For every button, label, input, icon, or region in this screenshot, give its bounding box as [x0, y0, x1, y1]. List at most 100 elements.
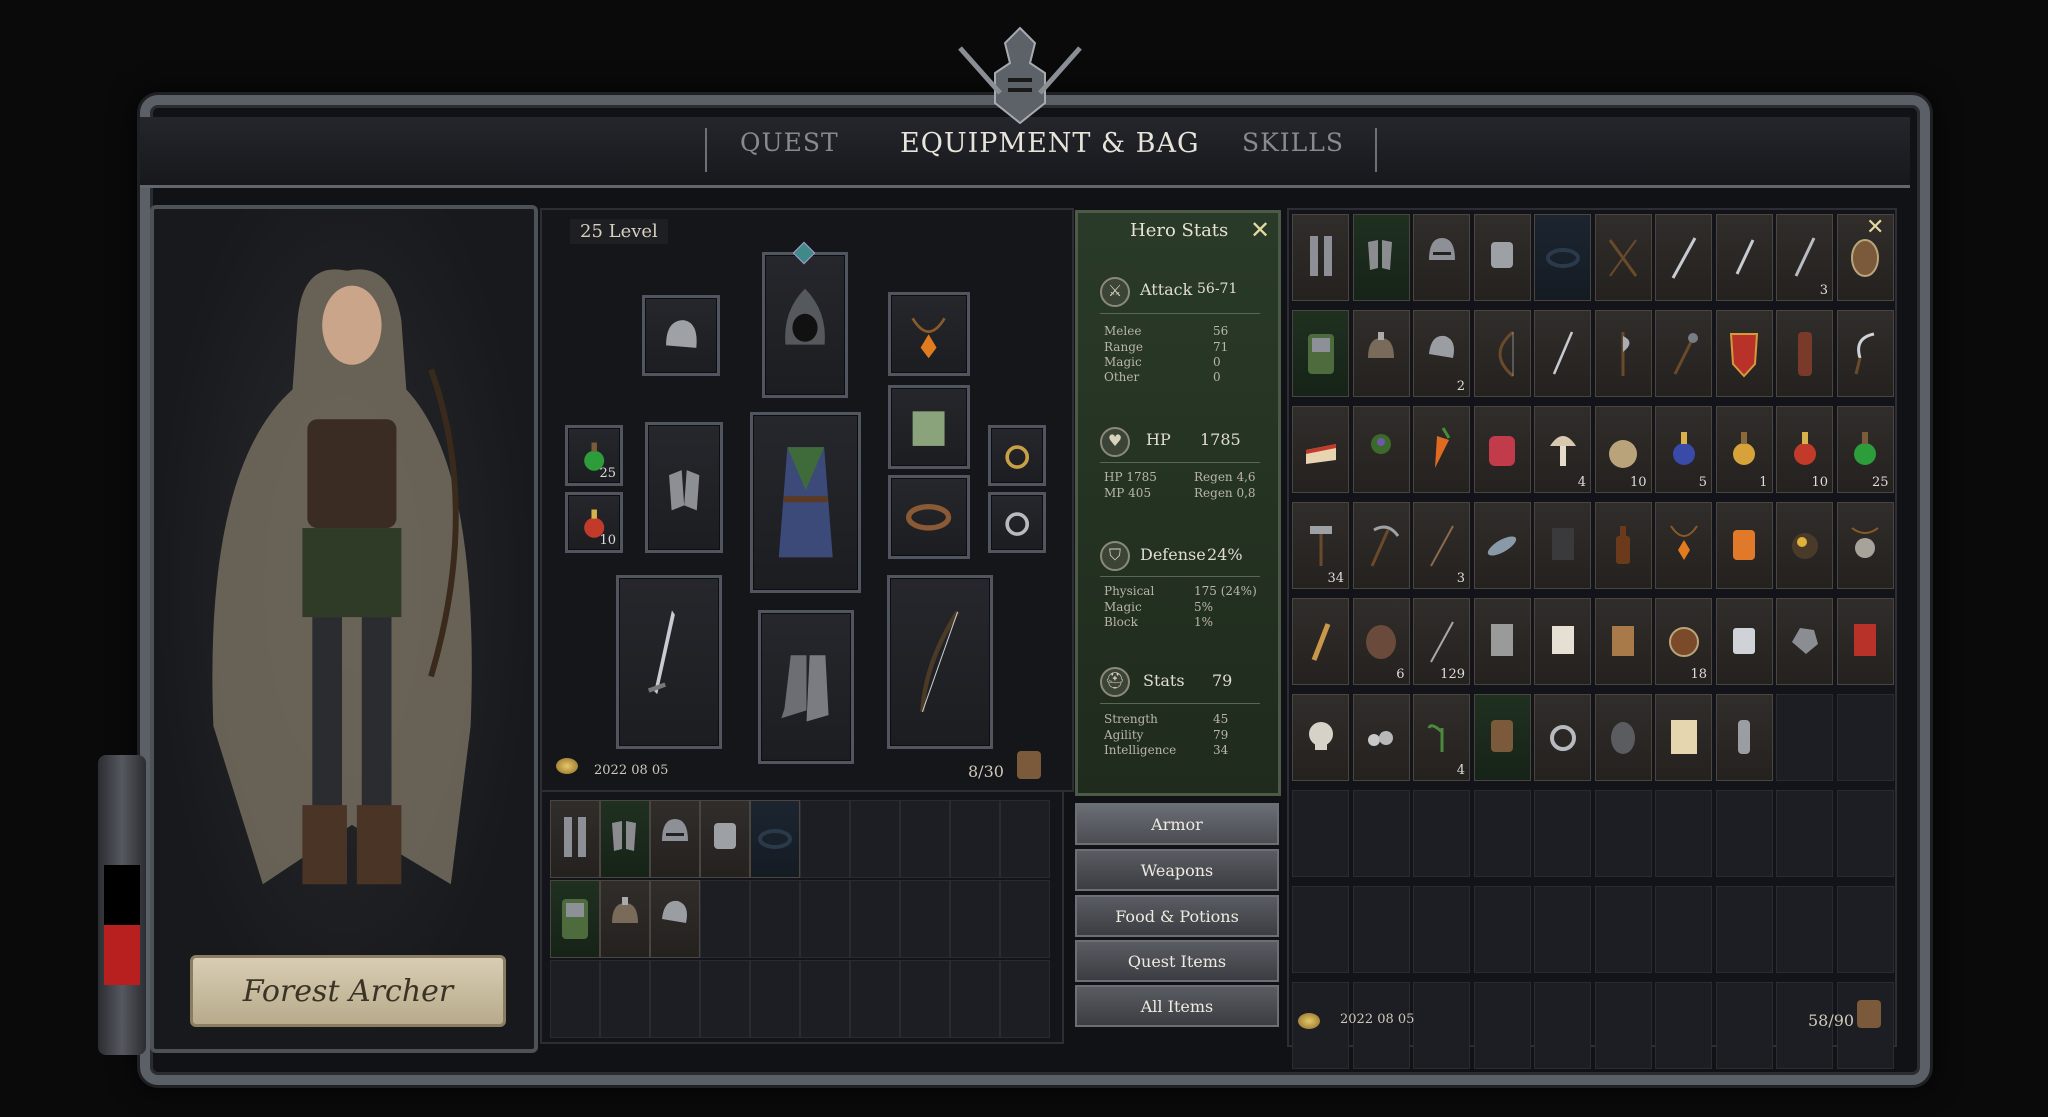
inventory-item-chest-armor[interactable]	[1292, 310, 1349, 397]
inventory-item-greaves[interactable]	[1292, 214, 1349, 301]
filtered-item-greaves[interactable]	[550, 800, 600, 878]
inventory-item-sword2[interactable]: 3	[1776, 214, 1833, 301]
inventory-item-round-shield[interactable]: 18	[1655, 598, 1712, 685]
inventory-item-rocks[interactable]	[1352, 694, 1410, 781]
inventory-item-bracer[interactable]	[1473, 214, 1531, 301]
inventory-item-fish[interactable]	[1473, 502, 1531, 589]
inventory-item-spiked-helmet[interactable]	[1352, 310, 1410, 397]
empty-slot[interactable]	[750, 880, 800, 958]
empty-slot[interactable]	[800, 880, 850, 958]
inventory-item-tablet[interactable]	[1473, 598, 1531, 685]
empty-slot[interactable]	[950, 960, 1000, 1038]
empty-slot[interactable]	[950, 880, 1000, 958]
empty-slot[interactable]	[1292, 886, 1349, 973]
inventory-item-gold-ore[interactable]	[1776, 502, 1833, 589]
inventory-item-red-book[interactable]	[1836, 598, 1894, 685]
empty-slot[interactable]	[1836, 790, 1894, 877]
empty-slot[interactable]	[1776, 790, 1833, 877]
tab-equipment-bag[interactable]: EQUIPMENT & BAG	[900, 128, 1200, 159]
inventory-item-potion-red[interactable]: 10	[1776, 406, 1833, 493]
empty-slot[interactable]	[1413, 790, 1470, 877]
inventory-item-arrow[interactable]: 3	[1413, 502, 1470, 589]
inventory-item-sword[interactable]	[1655, 214, 1712, 301]
ring-slot-1[interactable]	[988, 425, 1046, 486]
empty-slot[interactable]	[1594, 982, 1652, 1069]
empty-slot[interactable]	[900, 800, 950, 878]
boots-slot[interactable]	[758, 610, 854, 764]
empty-slot[interactable]	[1715, 886, 1773, 973]
empty-slot[interactable]	[1594, 790, 1652, 877]
main-hand-slot[interactable]	[616, 575, 722, 749]
empty-slot[interactable]	[1594, 886, 1652, 973]
inventory-item-gauntlets[interactable]	[1352, 214, 1410, 301]
inventory-item-gem-orange[interactable]	[1715, 502, 1773, 589]
inventory-item-axe[interactable]	[1594, 310, 1652, 397]
inventory-item-pickaxe[interactable]	[1352, 502, 1410, 589]
empty-slot[interactable]	[1776, 886, 1833, 973]
empty-slot[interactable]	[1534, 790, 1591, 877]
empty-slot[interactable]	[750, 960, 800, 1038]
empty-slot[interactable]	[700, 880, 750, 958]
inventory-item-helmet[interactable]	[1413, 214, 1470, 301]
inventory-item-amulet[interactable]	[1655, 502, 1712, 589]
filtered-item-belt[interactable]	[750, 800, 800, 878]
empty-slot[interactable]	[900, 880, 950, 958]
inventory-item-vial[interactable]	[1715, 694, 1773, 781]
empty-slot[interactable]	[1655, 982, 1712, 1069]
empty-slot[interactable]	[800, 800, 850, 878]
empty-slot[interactable]	[1473, 790, 1531, 877]
empty-slot[interactable]	[1836, 886, 1894, 973]
inventory-item-stick[interactable]	[1292, 598, 1349, 685]
inventory-item-sword3[interactable]	[1534, 310, 1591, 397]
inventory-item-talisman[interactable]	[1836, 502, 1894, 589]
close-icon[interactable]: ✕	[1866, 215, 1884, 240]
belt-slot[interactable]	[888, 475, 970, 559]
inventory-item-sallet[interactable]: 2	[1413, 310, 1470, 397]
empty-slot[interactable]	[1776, 694, 1833, 781]
empty-slot[interactable]	[1000, 800, 1050, 878]
cloak-slot[interactable]	[888, 385, 970, 469]
empty-slot[interactable]	[1715, 982, 1773, 1069]
ring-slot-2[interactable]	[988, 492, 1046, 553]
inventory-item-cake[interactable]	[1292, 406, 1349, 493]
head-slot[interactable]	[762, 252, 848, 398]
inventory-item-dagger[interactable]	[1715, 214, 1773, 301]
inventory-item-ghoul[interactable]	[1594, 694, 1652, 781]
inventory-item-skull[interactable]	[1292, 694, 1349, 781]
empty-slot[interactable]	[800, 960, 850, 1038]
inventory-item-map[interactable]	[1655, 694, 1712, 781]
empty-slot[interactable]	[700, 960, 750, 1038]
empty-slot[interactable]	[650, 960, 700, 1038]
filter-quest-items-button[interactable]: Quest Items	[1075, 940, 1279, 982]
inventory-item-mushroom[interactable]: 4	[1534, 406, 1591, 493]
empty-slot[interactable]	[1655, 886, 1712, 973]
inventory-item-arrow2[interactable]: 129	[1413, 598, 1470, 685]
inventory-item-bottle[interactable]	[1594, 502, 1652, 589]
inventory-item-carrot[interactable]	[1413, 406, 1470, 493]
empty-slot[interactable]	[1352, 886, 1410, 973]
filter-all-items-button[interactable]: All Items	[1075, 985, 1279, 1027]
inventory-item-scroll[interactable]	[1534, 598, 1591, 685]
close-icon[interactable]: ✕	[1250, 216, 1270, 244]
empty-slot[interactable]	[550, 960, 600, 1038]
inventory-item-sack[interactable]: 10	[1594, 406, 1652, 493]
inventory-item-potion-green[interactable]: 25	[1836, 406, 1894, 493]
inventory-item-hammer[interactable]: 34	[1292, 502, 1349, 589]
inventory-item-red-shield[interactable]	[1715, 310, 1773, 397]
inventory-item-herb[interactable]	[1352, 406, 1410, 493]
filtered-item-bracer[interactable]	[700, 800, 750, 878]
empty-slot[interactable]	[1352, 790, 1410, 877]
filter-weapons-button[interactable]: Weapons	[1075, 849, 1279, 891]
filtered-item-spiked-helmet[interactable]	[600, 880, 650, 958]
empty-slot[interactable]	[600, 960, 650, 1038]
tab-quest[interactable]: QUEST	[740, 128, 839, 157]
amulet-slot[interactable]	[888, 292, 970, 376]
filtered-item-sallet[interactable]	[650, 880, 700, 958]
inventory-item-bow[interactable]	[1473, 310, 1531, 397]
armor-slot[interactable]	[750, 412, 861, 593]
inventory-item-crossbow[interactable]	[1594, 214, 1652, 301]
inventory-item-ingot[interactable]	[1715, 598, 1773, 685]
shoulder-slot[interactable]	[642, 295, 720, 376]
potion-slot-2[interactable]: 10	[565, 492, 623, 553]
inventory-item-quiver[interactable]	[1776, 310, 1833, 397]
